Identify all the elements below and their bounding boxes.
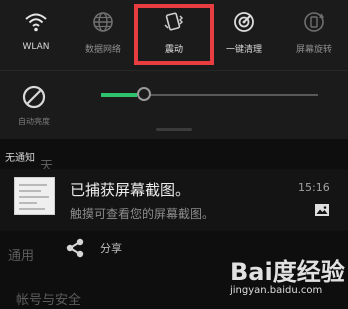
rotate-icon — [304, 12, 325, 32]
brightness-slider[interactable] — [101, 86, 318, 104]
background-settings-item: 通用 — [8, 249, 35, 264]
share-button[interactable]: 分享 — [60, 235, 150, 261]
baidu-watermark: Bai度经验 jingyan.baidu.com — [222, 252, 345, 302]
wlan-label: WLAN — [22, 42, 50, 52]
slider-thumb[interactable] — [137, 87, 151, 101]
notification-time: 15:16 — [298, 181, 330, 194]
panel-drag-handle[interactable] — [156, 128, 192, 131]
screenshot-thumbnail — [14, 177, 55, 215]
watermark-brand: Bai度经验 — [230, 258, 345, 286]
notification-title: 已捕获屏幕截图。 — [70, 181, 191, 199]
picture-icon — [315, 204, 329, 216]
globe-icon — [93, 12, 113, 32]
auto-brightness-label: 自动亮度 — [18, 117, 50, 126]
screen-rotate-tile[interactable]: 屏幕旋转 — [284, 6, 344, 62]
screen-rotate-label: 屏幕旋转 — [295, 45, 332, 55]
wlan-tile[interactable]: WLAN — [6, 6, 66, 62]
share-icon — [66, 238, 84, 258]
one-key-clean-label: 一键清理 — [225, 45, 262, 55]
watermark-url: jingyan.baidu.com — [230, 285, 323, 296]
one-key-clean-tile[interactable]: 一键清理 — [214, 6, 274, 62]
no-auto-brightness-icon — [22, 85, 46, 109]
slider-fill — [101, 93, 137, 97]
notification-text: 触摸可查看您的屏幕截图。 — [70, 207, 215, 221]
highlight-box — [134, 4, 214, 65]
data-network-tile[interactable]: 数据网络 — [73, 6, 133, 62]
divider — [0, 70, 348, 71]
data-network-label: 数据网络 — [84, 45, 121, 55]
clean-icon — [234, 12, 254, 32]
screenshot-notification[interactable]: 已捕获屏幕截图。 触摸可查看您的屏幕截图。 15:16 — [0, 169, 348, 231]
background-settings-item: 帐号与安全 — [16, 293, 82, 308]
notification-header: 无通知 — [5, 153, 35, 164]
quick-settings-panel: WLAN 数据网络 震动 一键清理 屏幕旋转 自动亮度 — [0, 0, 348, 139]
wifi-icon — [25, 13, 47, 32]
share-label: 分享 — [100, 242, 122, 255]
auto-brightness-toggle[interactable]: 自动亮度 — [8, 78, 60, 128]
